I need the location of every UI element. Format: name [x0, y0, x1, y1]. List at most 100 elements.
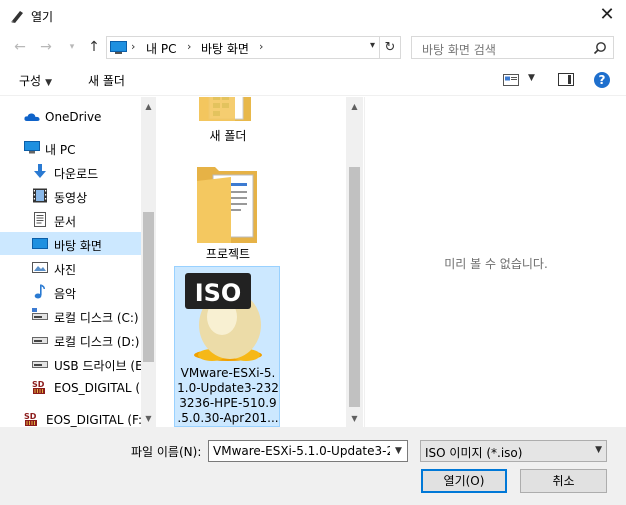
sidebar-item-videos[interactable]: 동영상	[0, 184, 141, 207]
sidebar-item-documents[interactable]: 문서	[0, 208, 141, 231]
preview-pane-icon[interactable]	[558, 73, 574, 86]
forward-arrow-icon[interactable]: →	[38, 38, 54, 56]
sidebar-item-label: 다운로드	[54, 167, 99, 181]
file-name-line-2: 1.0-Update3-232	[177, 381, 279, 395]
list-item-iso-file[interactable]: ISO VMware-ESXi-5. 1.0-Update3-232 3236-…	[174, 266, 280, 427]
iso-badge: ISO	[195, 279, 242, 307]
chevron-down-icon[interactable]: ▾	[370, 40, 375, 51]
preview-pane: 미리 볼 수 없습니다.	[364, 97, 626, 427]
filetype-value: ISO 이미지 (*.iso)	[425, 446, 523, 460]
scroll-down-icon[interactable]: ▼	[347, 411, 362, 426]
navigation-bar: ← → ▾ ↑ › 내 PC › 바탕 화면 › ▾ ↻ 바탕 화면 검색	[0, 33, 626, 61]
recent-locations-icon[interactable]: ▾	[64, 38, 80, 56]
sd-card-icon: SD	[24, 412, 37, 426]
file-name-line-1: VMware-ESXi-5.	[180, 366, 276, 380]
organize-button[interactable]: 구성 ▼	[19, 72, 52, 89]
list-item-project-folder[interactable]: 프로젝트	[175, 157, 281, 267]
drive-icon	[32, 337, 48, 344]
scrollbar-thumb[interactable]	[143, 212, 154, 362]
sidebar-item-local-disk-d[interactable]: 로컬 디스크 (D:)	[0, 328, 141, 351]
sidebar-item-label: EOS_DIGITAL (F:)	[46, 413, 147, 427]
view-options-icon[interactable]	[503, 74, 519, 86]
sidebar-item-desktop[interactable]: 바탕 화면	[0, 232, 141, 255]
filename-label: 파일 이름(N):	[131, 445, 202, 459]
sidebar-item-label: 로컬 디스크 (C:)	[54, 311, 139, 325]
sidebar-item-label: 내 PC	[45, 143, 76, 157]
chevron-down-icon[interactable]: ▼	[390, 441, 407, 461]
file-name-line-4: .5.0.30-Apr201...	[177, 411, 279, 425]
chevron-down-icon: ▼	[595, 445, 602, 455]
help-icon[interactable]: ?	[594, 72, 610, 88]
sidebar-item-this-pc[interactable]: 내 PC	[0, 136, 141, 159]
file-name: 프로젝트	[205, 247, 251, 261]
organize-label: 구성	[19, 74, 42, 88]
file-list: 새 폴더 프로젝트 ISO VMware-ESXi-5. 1.0-Update3…	[157, 97, 364, 427]
back-arrow-icon[interactable]: ←	[12, 38, 28, 56]
music-icon	[34, 284, 45, 299]
sidebar-item-label: 로컬 디스크 (D:)	[54, 335, 140, 349]
up-arrow-icon[interactable]: ↑	[86, 38, 102, 56]
folder-icon	[197, 167, 257, 243]
sidebar-item-label: 동영상	[54, 191, 88, 205]
svg-text:SD: SD	[32, 380, 45, 389]
sidebar-item-onedrive[interactable]: OneDrive	[0, 105, 141, 128]
sidebar-item-label: USB 드라이브 (E	[54, 359, 143, 373]
file-list-scrollbar[interactable]: ▲ ▼	[346, 97, 363, 427]
sidebar-item-label: 음악	[54, 287, 77, 301]
breadcrumb-desktop[interactable]: 바탕 화면	[201, 40, 249, 57]
search-icon[interactable]	[593, 41, 607, 55]
folder-icon	[199, 97, 251, 121]
scrollbar-thumb[interactable]	[349, 167, 360, 407]
file-name-line-3: 3236-HPE-510.9	[179, 396, 277, 410]
desktop-icon	[32, 238, 48, 249]
sidebar-item-usb-drive[interactable]: USB 드라이브 (E	[0, 352, 143, 375]
close-button[interactable]: ✕	[594, 3, 620, 27]
refresh-icon[interactable]: ↻	[380, 36, 401, 59]
filetype-select[interactable]: ISO 이미지 (*.iso) ▼	[420, 440, 607, 462]
sd-card-icon: SD	[32, 380, 45, 394]
chevron-down-icon: ▼	[45, 78, 53, 88]
address-bar[interactable]: › 내 PC › 바탕 화면 › ▾	[106, 36, 380, 59]
search-placeholder: 바탕 화면 검색	[422, 43, 496, 57]
iso-file-icon: ISO	[185, 273, 262, 361]
cancel-button[interactable]: 취소	[520, 469, 607, 493]
file-name: 새 폴더	[209, 129, 247, 143]
usb-drive-icon	[32, 361, 48, 368]
window-title: 열기	[31, 10, 54, 24]
search-input[interactable]: 바탕 화면 검색	[411, 36, 614, 59]
filename-input[interactable]: VMware-ESXi-5.1.0-Update3-2323236-HPE-51…	[208, 440, 408, 462]
breadcrumb-separator: ›	[259, 40, 264, 53]
scroll-up-icon[interactable]: ▲	[141, 99, 156, 114]
sidebar-item-label: OneDrive	[45, 110, 102, 124]
navigation-scrollbar[interactable]: ▲ ▼	[141, 97, 156, 427]
dialog-footer: 파일 이름(N): VMware-ESXi-5.1.0-Update3-2323…	[0, 427, 626, 505]
svg-text:SD: SD	[24, 412, 37, 421]
preview-message: 미리 볼 수 없습니다.	[444, 257, 548, 271]
scroll-up-icon[interactable]: ▲	[347, 99, 362, 114]
sidebar-item-downloads[interactable]: 다운로드	[0, 160, 141, 183]
breadcrumb-this-pc[interactable]: 내 PC	[146, 40, 176, 57]
sidebar-item-music[interactable]: 음악	[0, 280, 141, 303]
open-button[interactable]: 열기(O)	[421, 469, 507, 493]
chevron-down-icon[interactable]: ▼	[528, 73, 535, 83]
pictures-icon	[32, 262, 48, 273]
sidebar-item-pictures[interactable]: 사진	[0, 256, 141, 279]
sidebar-item-local-disk-c[interactable]: 로컬 디스크 (C:)	[0, 304, 141, 327]
pen-icon	[11, 11, 23, 23]
navigation-pane: OneDrive 내 PC 다운로드 동영상 문서 바탕 화면 사진 음악 로컬…	[0, 97, 156, 427]
pc-icon	[110, 41, 127, 54]
toolbar: 구성 ▼ 새 폴더 ▼ ?	[0, 64, 626, 96]
video-icon	[33, 188, 47, 203]
list-item-new-folder[interactable]: 새 폴더	[175, 97, 281, 149]
document-icon	[34, 212, 46, 227]
sidebar-item-eos-digital[interactable]: SD EOS_DIGITAL (F:)	[0, 408, 147, 427]
sidebar-item-label: EOS_DIGITAL (F:	[54, 381, 151, 395]
download-icon	[34, 164, 46, 178]
sidebar-item-eos-digital-nested[interactable]: SD EOS_DIGITAL (F:	[0, 376, 150, 399]
filename-value: VMware-ESXi-5.1.0-Update3-2323236-HPE-51…	[213, 444, 408, 458]
scroll-down-icon[interactable]: ▼	[141, 411, 156, 426]
new-folder-button[interactable]: 새 폴더	[88, 72, 125, 89]
onedrive-icon	[24, 113, 40, 121]
sidebar-item-label: 사진	[54, 263, 77, 277]
sidebar-item-label: 바탕 화면	[54, 239, 102, 253]
